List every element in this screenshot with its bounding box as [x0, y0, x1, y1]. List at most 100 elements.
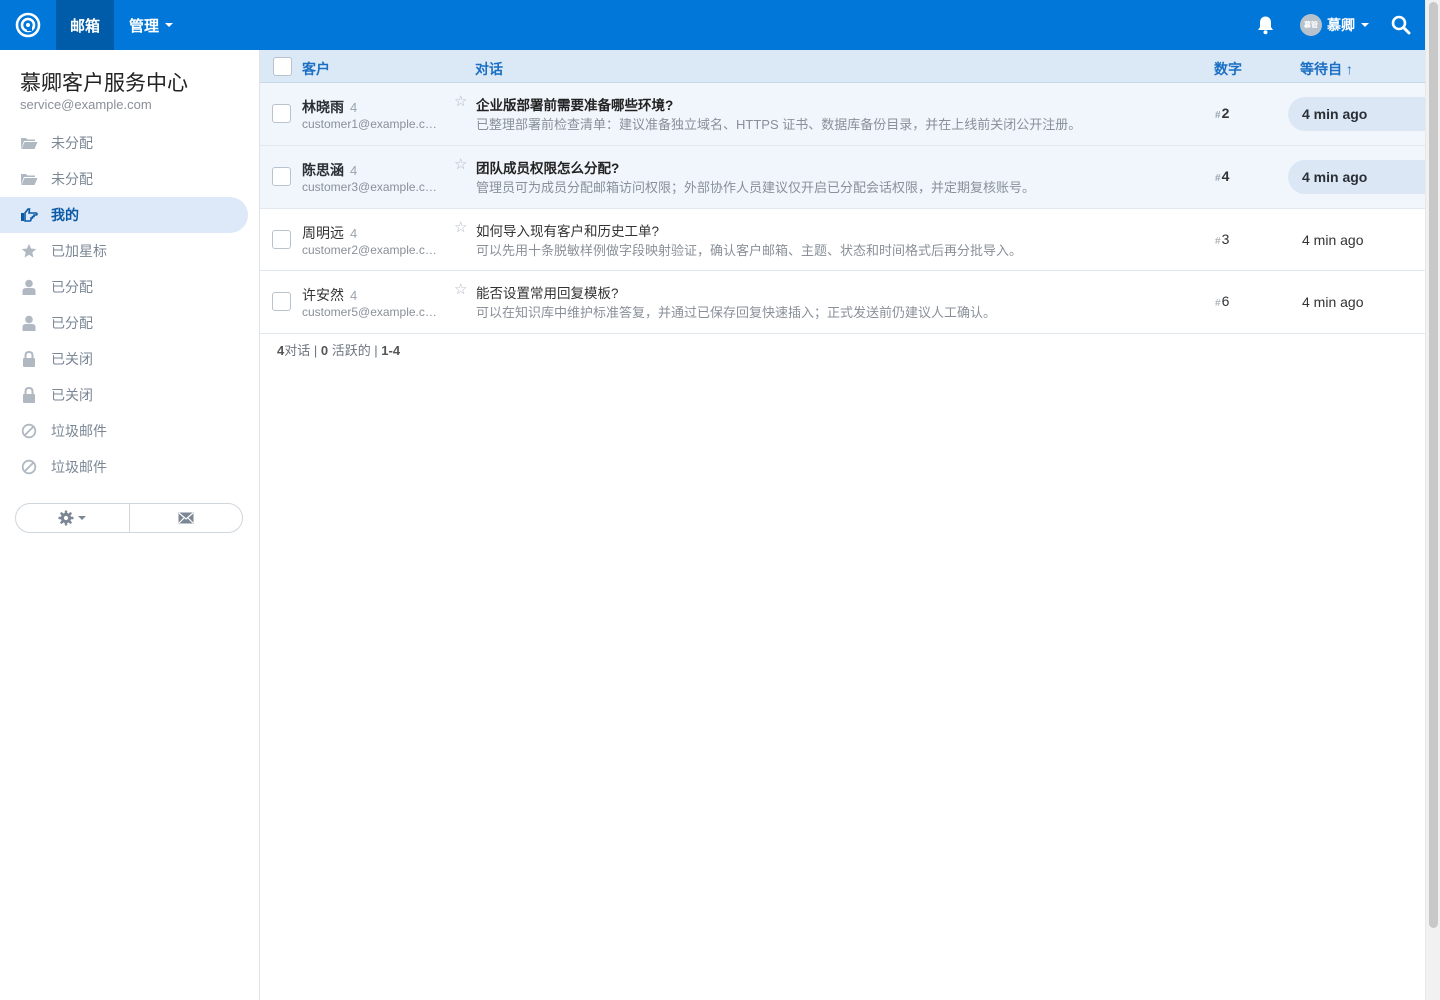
conversation-list: 客户 对话 数字 等待自 ↑ 林晓雨 4 customer1@example.co…	[259, 50, 1428, 1000]
chevron-down-icon	[78, 516, 87, 520]
top-navbar: 邮箱 管理 慕管 慕卿	[0, 0, 1425, 50]
hand-pointing-icon	[20, 207, 38, 223]
sidebar-item-label: 未分配	[51, 135, 93, 151]
ban-icon	[20, 423, 38, 439]
column-header-customer[interactable]: 客户	[302, 59, 330, 79]
customer-name-text: 周明远	[302, 225, 344, 241]
chevron-down-icon	[1361, 23, 1369, 27]
waiting-since: 4 min ago	[1288, 97, 1428, 131]
conversation-subject[interactable]: 企业版部署前需要准备哪些环境?	[476, 94, 673, 114]
lock-icon	[20, 351, 38, 367]
waiting-since: 4 min ago	[1302, 294, 1364, 310]
sidebar-item-assigned[interactable]: 已分配	[0, 305, 248, 341]
new-conversation-button[interactable]	[128, 504, 243, 532]
star-icon[interactable]: ☆	[454, 280, 467, 298]
select-all-checkbox[interactable]	[273, 57, 292, 76]
star-icon[interactable]: ☆	[454, 92, 467, 110]
nav-tab-mailbox[interactable]: 邮箱	[56, 0, 114, 50]
sidebar-item-label: 我的	[51, 207, 79, 223]
search-icon[interactable]	[1391, 15, 1411, 35]
sidebar-item-label: 已加星标	[51, 243, 107, 259]
conversation-number: #6	[1215, 293, 1229, 309]
row-checkbox[interactable]	[272, 104, 291, 123]
customer-email: customer2@example.com	[302, 243, 440, 257]
hash-symbol: #	[1215, 173, 1221, 184]
conversation-subject[interactable]: 团队成员权限怎么分配?	[476, 157, 619, 177]
user-menu[interactable]: 慕管 慕卿	[1300, 13, 1369, 37]
row-checkbox[interactable]	[272, 230, 291, 249]
sidebar-item-unassigned[interactable]: 未分配	[0, 125, 248, 161]
hash-symbol: #	[1215, 298, 1221, 309]
table-row[interactable]: 周明远 4 customer2@example.com ☆ 如何导入现有客户和历史…	[260, 209, 1426, 271]
column-header-number[interactable]: 数字	[1214, 59, 1242, 79]
row-checkbox[interactable]	[272, 167, 291, 186]
conversation-subject[interactable]: 能否设置常用回复模板?	[476, 282, 619, 302]
user-icon	[20, 279, 38, 295]
customer-name[interactable]: 许安然 4	[302, 285, 357, 305]
sidebar-item-label: 垃圾邮件	[51, 423, 107, 439]
conversation-number-value: 2	[1221, 105, 1230, 121]
star-icon	[20, 243, 38, 259]
sidebar-item-spam[interactable]: 垃圾邮件	[0, 449, 248, 485]
sidebar-item-closed[interactable]: 已关闭	[0, 377, 248, 413]
conversation-preview: 可以在知识库中维护标准答复，并通过已保存回复快速插入；正式发送前仍建议人工确认。	[476, 305, 997, 320]
hash-symbol: #	[1215, 110, 1221, 121]
column-header-waiting-since[interactable]: 等待自 ↑	[1300, 59, 1353, 79]
sidebar-item-assigned[interactable]: 已分配	[0, 269, 248, 305]
customer-name-text: 林晓雨	[302, 99, 344, 115]
conversation-number-value: 3	[1221, 231, 1230, 247]
table-row[interactable]: 许安然 4 customer5@example.com ☆ 能否设置常用回复模板?…	[260, 271, 1426, 334]
active-count: 0	[320, 343, 329, 358]
scrollbar[interactable]	[1425, 0, 1440, 1000]
star-icon[interactable]: ☆	[454, 155, 467, 173]
conversation-number-value: 6	[1221, 293, 1230, 309]
conversation-preview: 已整理部署前检查清单：建议准备独立域名、HTTPS 证书、数据库备份目录，并在上…	[476, 117, 1082, 132]
table-header: 客户 对话 数字 等待自 ↑	[260, 50, 1426, 83]
table-row[interactable]: 陈思涵 4 customer3@example.com ☆ 团队成员权限怎么分配?…	[260, 146, 1428, 209]
folder-open-icon	[20, 135, 38, 151]
gear-icon	[58, 510, 74, 526]
waiting-since: 4 min ago	[1288, 160, 1428, 194]
mailbox-email: service@example.com	[20, 97, 152, 112]
sidebar-item-closed[interactable]: 已关闭	[0, 341, 248, 377]
star-icon[interactable]: ☆	[454, 218, 467, 236]
nav-tab-manage[interactable]: 管理	[114, 0, 186, 50]
conversation-preview: 管理员可为成员分配邮箱访问权限；外部协作人员建议仅开启已分配会话权限，并定期复核…	[476, 180, 1036, 195]
customer-name[interactable]: 周明远 4	[302, 223, 357, 243]
sidebar-item-label: 已分配	[51, 279, 93, 295]
sidebar-item-starred[interactable]: 已加星标	[0, 233, 248, 269]
user-name: 慕卿	[1327, 17, 1355, 33]
customer-name[interactable]: 陈思涵 4	[302, 160, 357, 180]
conversation-subject[interactable]: 如何导入现有客户和历史工单?	[476, 220, 659, 240]
avatar: 慕管	[1300, 14, 1322, 36]
customer-name-text: 许安然	[302, 287, 344, 303]
active-label: 活跃的 |	[328, 343, 382, 358]
chevron-down-icon	[165, 23, 174, 27]
conversation-count: 4	[350, 288, 358, 303]
sidebar-item-label: 已分配	[51, 315, 93, 331]
scrollbar-thumb[interactable]	[1429, 2, 1438, 928]
bell-icon[interactable]	[1256, 15, 1275, 35]
column-header-conversation[interactable]: 对话	[475, 59, 503, 79]
customer-email: customer3@example.com	[302, 180, 440, 194]
mailbox-title[interactable]: 慕卿客户服务中心	[20, 67, 188, 97]
hash-symbol: #	[1215, 236, 1221, 247]
row-checkbox[interactable]	[272, 292, 291, 311]
sidebar-item-unassigned[interactable]: 未分配	[0, 161, 248, 197]
envelope-icon	[178, 512, 194, 524]
sidebar-item-mine[interactable]: 我的	[0, 197, 248, 233]
sidebar-item-spam[interactable]: 垃圾邮件	[0, 413, 248, 449]
table-row[interactable]: 林晓雨 4 customer1@example.com ☆ 企业版部署前需要准备哪…	[260, 83, 1428, 146]
customer-name[interactable]: 林晓雨 4	[302, 97, 357, 117]
ban-icon	[20, 459, 38, 475]
waiting-since: 4 min ago	[1302, 232, 1364, 248]
user-icon	[20, 315, 38, 331]
mailbox-settings-button[interactable]	[16, 504, 129, 532]
sidebar-actions	[15, 503, 243, 533]
lock-icon	[20, 387, 38, 403]
sidebar-item-label: 已关闭	[51, 351, 93, 367]
folder-open-icon	[20, 171, 38, 187]
conversation-number: #3	[1215, 231, 1229, 247]
page-range: 1-4	[381, 343, 401, 358]
app-logo-icon[interactable]	[0, 0, 56, 50]
